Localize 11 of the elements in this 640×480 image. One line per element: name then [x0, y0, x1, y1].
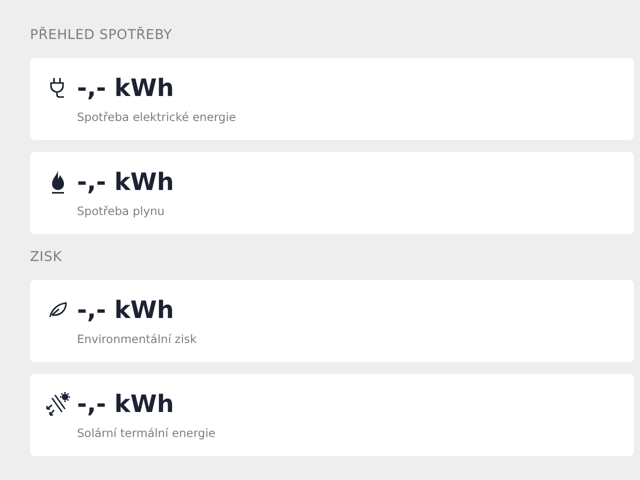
solar-panel-icon: [45, 391, 71, 417]
section-heading: ZISK: [30, 248, 63, 267]
energy-value: -,- kWh: [77, 168, 174, 196]
energy-value: -,- kWh: [77, 390, 174, 418]
energy-value: -,- kWh: [77, 74, 174, 102]
energy-label: Spotřeba elektrické energie: [77, 110, 237, 124]
energy-value: -,- kWh: [77, 296, 174, 324]
energy-label: Solární termální energie: [77, 426, 216, 440]
energy-label: Environmentální zisk: [77, 332, 198, 346]
section-heading: PŘEHLED SPOTŘEBY: [30, 26, 174, 45]
energy-label: Spotřeba plynu: [77, 204, 166, 218]
